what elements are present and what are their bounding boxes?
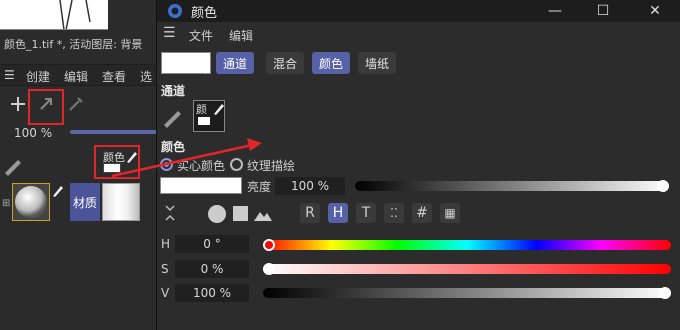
value-slider[interactable] xyxy=(263,288,671,298)
brightness-label: 亮度 xyxy=(247,180,272,194)
layer-status-text: 颜色_1.tif *, 活动图层: 背景 xyxy=(4,38,143,51)
image-picker-icon[interactable] xyxy=(253,206,273,225)
menu-view[interactable]: 查看 xyxy=(102,68,126,85)
section-color-title: 颜色 xyxy=(161,140,186,154)
saturation-label: S xyxy=(161,262,169,276)
section-channel-title: 通道 xyxy=(161,84,186,98)
saturation-slider[interactable] xyxy=(263,264,671,274)
annotation-box-material xyxy=(94,145,140,179)
value-label: V xyxy=(161,286,170,300)
radio-solid-label: 实心颜色 xyxy=(177,159,226,173)
color-window: 颜色 — ☐ ✕ ☰ 文件 编辑 通道 混合 颜色 墙纸 通道 颜 颜色 实心颜… xyxy=(156,0,680,330)
title-bar[interactable]: 颜色 — ☐ ✕ xyxy=(157,0,680,22)
background-app-panel: 颜色_1.tif *, 活动图层: 背景 ☰ 创建 编辑 查看 选 100 % … xyxy=(0,0,160,330)
menu-create[interactable]: 创建 xyxy=(26,68,50,85)
eyedropper-icon[interactable] xyxy=(64,92,88,116)
material-tag[interactable]: 材质 xyxy=(70,183,100,221)
pencil-icon[interactable] xyxy=(2,154,24,179)
zoom-percent: 100 % xyxy=(14,126,53,140)
hue-slider[interactable] xyxy=(263,240,671,250)
circle-wheel-icon[interactable] xyxy=(208,205,226,223)
value-input[interactable]: 100 % xyxy=(175,284,249,302)
saturation-slider-knob[interactable] xyxy=(263,263,275,275)
tab-color[interactable]: 颜色 xyxy=(312,52,351,74)
square-spectrum-icon[interactable] xyxy=(233,206,248,221)
channel-color-chip xyxy=(198,117,210,125)
tab-channel[interactable]: 通道 xyxy=(216,52,255,74)
menu-bar: ☰ 文件 编辑 xyxy=(157,22,680,46)
expand-icon[interactable]: ⊞ xyxy=(2,198,10,209)
close-button[interactable]: ✕ xyxy=(631,0,679,22)
radio-solid-color[interactable] xyxy=(160,158,173,171)
pencil-icon[interactable] xyxy=(161,104,185,131)
mode-rgb-button[interactable]: R xyxy=(300,203,320,223)
hue-input[interactable]: 0 ° xyxy=(175,235,249,253)
annotation-box-tool xyxy=(28,89,64,125)
material-texture-swatch[interactable] xyxy=(102,183,140,221)
menu-edit[interactable]: 编辑 xyxy=(64,68,88,85)
mode-hsv-button[interactable]: H xyxy=(328,203,348,223)
channel-thumb-label: 颜 xyxy=(196,103,207,116)
app-logo-icon xyxy=(167,3,183,22)
hue-slider-knob[interactable] xyxy=(263,239,275,251)
mode-hex-button[interactable]: # xyxy=(412,203,432,223)
maximize-button[interactable]: ☐ xyxy=(579,0,627,22)
current-color-swatch[interactable] xyxy=(161,52,211,74)
hamburger-icon[interactable]: ☰ xyxy=(4,68,15,82)
minimize-button[interactable]: — xyxy=(531,0,579,22)
brightness-input[interactable]: 100 % xyxy=(275,177,345,195)
saturation-input[interactable]: 0 % xyxy=(175,260,249,278)
mode-mixer-button[interactable]: ⁚⁚ xyxy=(384,203,404,223)
window-title: 颜色 xyxy=(191,6,218,21)
menu-select[interactable]: 选 xyxy=(140,68,152,85)
menu-edit[interactable]: 编辑 xyxy=(229,27,253,44)
mode-temperature-button[interactable]: T xyxy=(356,203,376,223)
mode-swatches-button[interactable]: ▦ xyxy=(440,203,460,223)
value-slider-knob[interactable] xyxy=(659,287,671,299)
brightness-slider[interactable] xyxy=(355,181,669,191)
material-sphere-preview[interactable] xyxy=(12,183,50,221)
tab-blend[interactable]: 混合 xyxy=(266,52,305,74)
swatch-arrow-icon xyxy=(205,68,209,74)
color-preview-swatch[interactable] xyxy=(160,177,242,194)
channel-edit-icon[interactable] xyxy=(213,101,225,118)
sphere-edit-icon[interactable] xyxy=(52,183,64,200)
collapse-arrows-icon[interactable] xyxy=(163,203,177,226)
image-thumbnail xyxy=(0,0,108,30)
tab-wallpaper[interactable]: 墙纸 xyxy=(358,52,397,74)
left-menubar: ☰ 创建 编辑 查看 选 xyxy=(0,64,160,86)
hamburger-icon[interactable]: ☰ xyxy=(163,25,176,41)
menu-file[interactable]: 文件 xyxy=(189,27,213,44)
add-icon[interactable] xyxy=(6,92,30,116)
brightness-slider-knob[interactable] xyxy=(657,180,669,192)
radio-texture-label: 纹理描绘 xyxy=(247,159,296,173)
progress-bar xyxy=(70,130,160,134)
radio-texture[interactable] xyxy=(230,158,243,171)
hue-label: H xyxy=(161,237,171,251)
